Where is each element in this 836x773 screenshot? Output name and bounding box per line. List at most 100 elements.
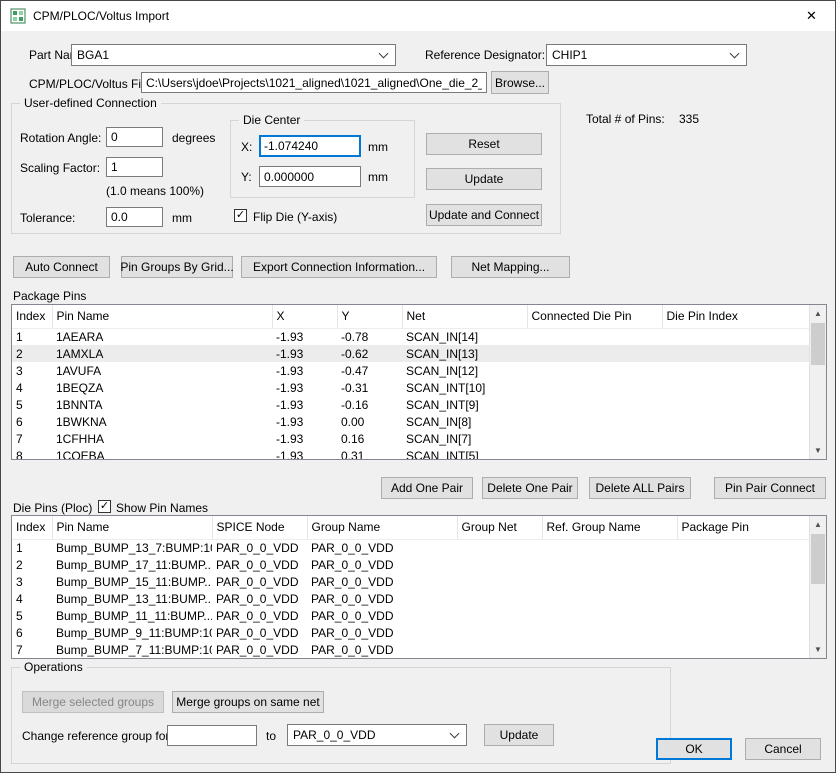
column-header[interactable]: Index xyxy=(12,516,52,539)
delete-all-pairs-button[interactable]: Delete ALL Pairs xyxy=(589,477,691,499)
file-path-input[interactable] xyxy=(141,72,487,93)
table-cell xyxy=(662,328,809,345)
cancel-button[interactable]: Cancel xyxy=(745,738,821,760)
table-cell xyxy=(457,641,542,658)
scroll-up-icon[interactable]: ▲ xyxy=(810,516,826,533)
scaling-factor-input[interactable] xyxy=(106,157,163,177)
table-cell xyxy=(457,573,542,590)
reference-group-select[interactable]: PAR_0_0_VDD xyxy=(287,724,467,746)
column-header[interactable]: SPICE Node xyxy=(212,516,307,539)
die-center-y-label: Y: xyxy=(241,170,252,184)
column-header[interactable]: Pin Name xyxy=(52,305,272,328)
add-one-pair-button[interactable]: Add One Pair xyxy=(381,477,473,499)
table-cell xyxy=(527,430,662,447)
vertical-scrollbar[interactable]: ▲ ▼ xyxy=(809,305,826,459)
table-row[interactable]: 61BWKNA-1.930.00SCAN_IN[8] xyxy=(12,413,809,430)
table-row[interactable]: 41BEQZA-1.93-0.31SCAN_INT[10] xyxy=(12,379,809,396)
app-icon xyxy=(10,8,26,24)
column-header[interactable]: Y xyxy=(337,305,402,328)
scroll-up-icon[interactable]: ▲ xyxy=(810,305,826,322)
pin-pair-connect-button[interactable]: Pin Pair Connect xyxy=(714,477,826,499)
update-button[interactable]: Update xyxy=(426,168,542,190)
table-cell: Bump_BUMP_7_11:BUMP:10 xyxy=(52,641,212,658)
table-row[interactable]: 1Bump_BUMP_13_7:BUMP:10PAR_0_0_VDDPAR_0_… xyxy=(12,539,809,556)
column-header[interactable]: Die Pin Index xyxy=(662,305,809,328)
column-header[interactable]: Package Pin xyxy=(677,516,809,539)
scroll-down-icon[interactable]: ▼ xyxy=(810,641,826,658)
table-row[interactable]: 51BNNTA-1.93-0.16SCAN_INT[9] xyxy=(12,396,809,413)
net-mapping-button[interactable]: Net Mapping... xyxy=(451,256,570,278)
table-row[interactable]: 11AEARA-1.93-0.78SCAN_IN[14] xyxy=(12,328,809,345)
table-row[interactable]: 7Bump_BUMP_7_11:BUMP:10PAR_0_0_VDDPAR_0_… xyxy=(12,641,809,658)
browse-button[interactable]: Browse... xyxy=(491,71,549,94)
table-row[interactable]: 21AMXLA-1.93-0.62SCAN_IN[13] xyxy=(12,345,809,362)
table-cell: 1CFHHA xyxy=(52,430,272,447)
die-center-y-input[interactable] xyxy=(259,166,361,187)
table-cell: 6 xyxy=(12,624,52,641)
table-cell: Bump_BUMP_11_11:BUMP... xyxy=(52,607,212,624)
table-cell: PAR_0_0_VDD xyxy=(307,539,457,556)
table-row[interactable]: 4Bump_BUMP_13_11:BUMP...PAR_0_0_VDDPAR_0… xyxy=(12,590,809,607)
ref-designator-select[interactable]: CHIP1 xyxy=(546,44,747,66)
table-cell xyxy=(457,590,542,607)
column-header[interactable]: Group Name xyxy=(307,516,457,539)
column-header[interactable]: X xyxy=(272,305,337,328)
table-row[interactable]: 5Bump_BUMP_11_11:BUMP...PAR_0_0_VDDPAR_0… xyxy=(12,607,809,624)
table-cell xyxy=(527,396,662,413)
column-header[interactable]: Pin Name xyxy=(52,516,212,539)
part-name-select[interactable]: BGA1 xyxy=(71,44,396,66)
table-row[interactable]: 71CFHHA-1.930.16SCAN_IN[7] xyxy=(12,430,809,447)
export-connection-information-button[interactable]: Export Connection Information... xyxy=(241,256,437,278)
table-cell: 7 xyxy=(12,430,52,447)
pin-groups-by-grid-button[interactable]: Pin Groups By Grid... xyxy=(121,256,233,278)
rotation-angle-input[interactable] xyxy=(106,127,163,147)
column-header[interactable]: Ref. Group Name xyxy=(542,516,677,539)
scrollbar-thumb[interactable] xyxy=(811,534,825,584)
scrollbar-thumb[interactable] xyxy=(811,323,825,365)
table-cell: -0.62 xyxy=(337,345,402,362)
table-row[interactable]: 6Bump_BUMP_9_11:BUMP:10PAR_0_0_VDDPAR_0_… xyxy=(12,624,809,641)
package-pins-table: IndexPin NameXYNetConnected Die PinDie P… xyxy=(11,304,827,460)
merge-groups-same-net-button[interactable]: Merge groups on same net xyxy=(172,691,324,713)
package-pins-section-label: Package Pins xyxy=(13,289,86,303)
die-center-group: Die Center X: mm Y: mm xyxy=(230,120,415,198)
table-cell: 7 xyxy=(12,641,52,658)
chevron-down-icon xyxy=(379,49,389,59)
reset-button[interactable]: Reset xyxy=(426,133,542,155)
change-reference-group-input[interactable] xyxy=(167,725,257,746)
table-cell xyxy=(457,624,542,641)
ok-button[interactable]: OK xyxy=(656,738,732,760)
chevron-down-icon xyxy=(450,729,460,739)
auto-connect-button[interactable]: Auto Connect xyxy=(13,256,110,278)
table-cell: 2 xyxy=(12,556,52,573)
show-pin-names-checkbox[interactable]: ✓ xyxy=(98,500,111,513)
delete-one-pair-button[interactable]: Delete One Pair xyxy=(482,477,578,499)
table-row[interactable]: 81COEBA-1.930.31SCAN_INT[5] xyxy=(12,447,809,460)
operations-update-button[interactable]: Update xyxy=(484,724,554,746)
table-cell: PAR_0_0_VDD xyxy=(307,624,457,641)
update-and-connect-button[interactable]: Update and Connect xyxy=(426,204,542,226)
table-cell xyxy=(542,624,677,641)
table-cell: -1.93 xyxy=(272,379,337,396)
table-cell: 0.16 xyxy=(337,430,402,447)
vertical-scrollbar[interactable]: ▲ ▼ xyxy=(809,516,826,658)
close-icon[interactable]: ✕ xyxy=(789,2,834,30)
table-row[interactable]: 31AVUFA-1.93-0.47SCAN_IN[12] xyxy=(12,362,809,379)
table-cell: 1 xyxy=(12,539,52,556)
table-cell: -1.93 xyxy=(272,396,337,413)
tolerance-input[interactable] xyxy=(106,207,163,227)
scroll-down-icon[interactable]: ▼ xyxy=(810,442,826,459)
table-cell xyxy=(542,607,677,624)
table-cell: PAR_0_0_VDD xyxy=(212,590,307,607)
flip-die-label: Flip Die (Y-axis) xyxy=(253,210,337,224)
column-header[interactable]: Connected Die Pin xyxy=(527,305,662,328)
table-row[interactable]: 2Bump_BUMP_17_11:BUMP...PAR_0_0_VDDPAR_0… xyxy=(12,556,809,573)
table-cell: SCAN_IN[14] xyxy=(402,328,527,345)
column-header[interactable]: Group Net xyxy=(457,516,542,539)
flip-die-checkbox[interactable]: ✓ xyxy=(234,209,247,222)
column-header[interactable]: Index xyxy=(12,305,52,328)
table-row[interactable]: 3Bump_BUMP_15_11:BUMP...PAR_0_0_VDDPAR_0… xyxy=(12,573,809,590)
die-center-x-input[interactable] xyxy=(259,135,361,157)
column-header[interactable]: Net xyxy=(402,305,527,328)
table-cell: 1 xyxy=(12,328,52,345)
